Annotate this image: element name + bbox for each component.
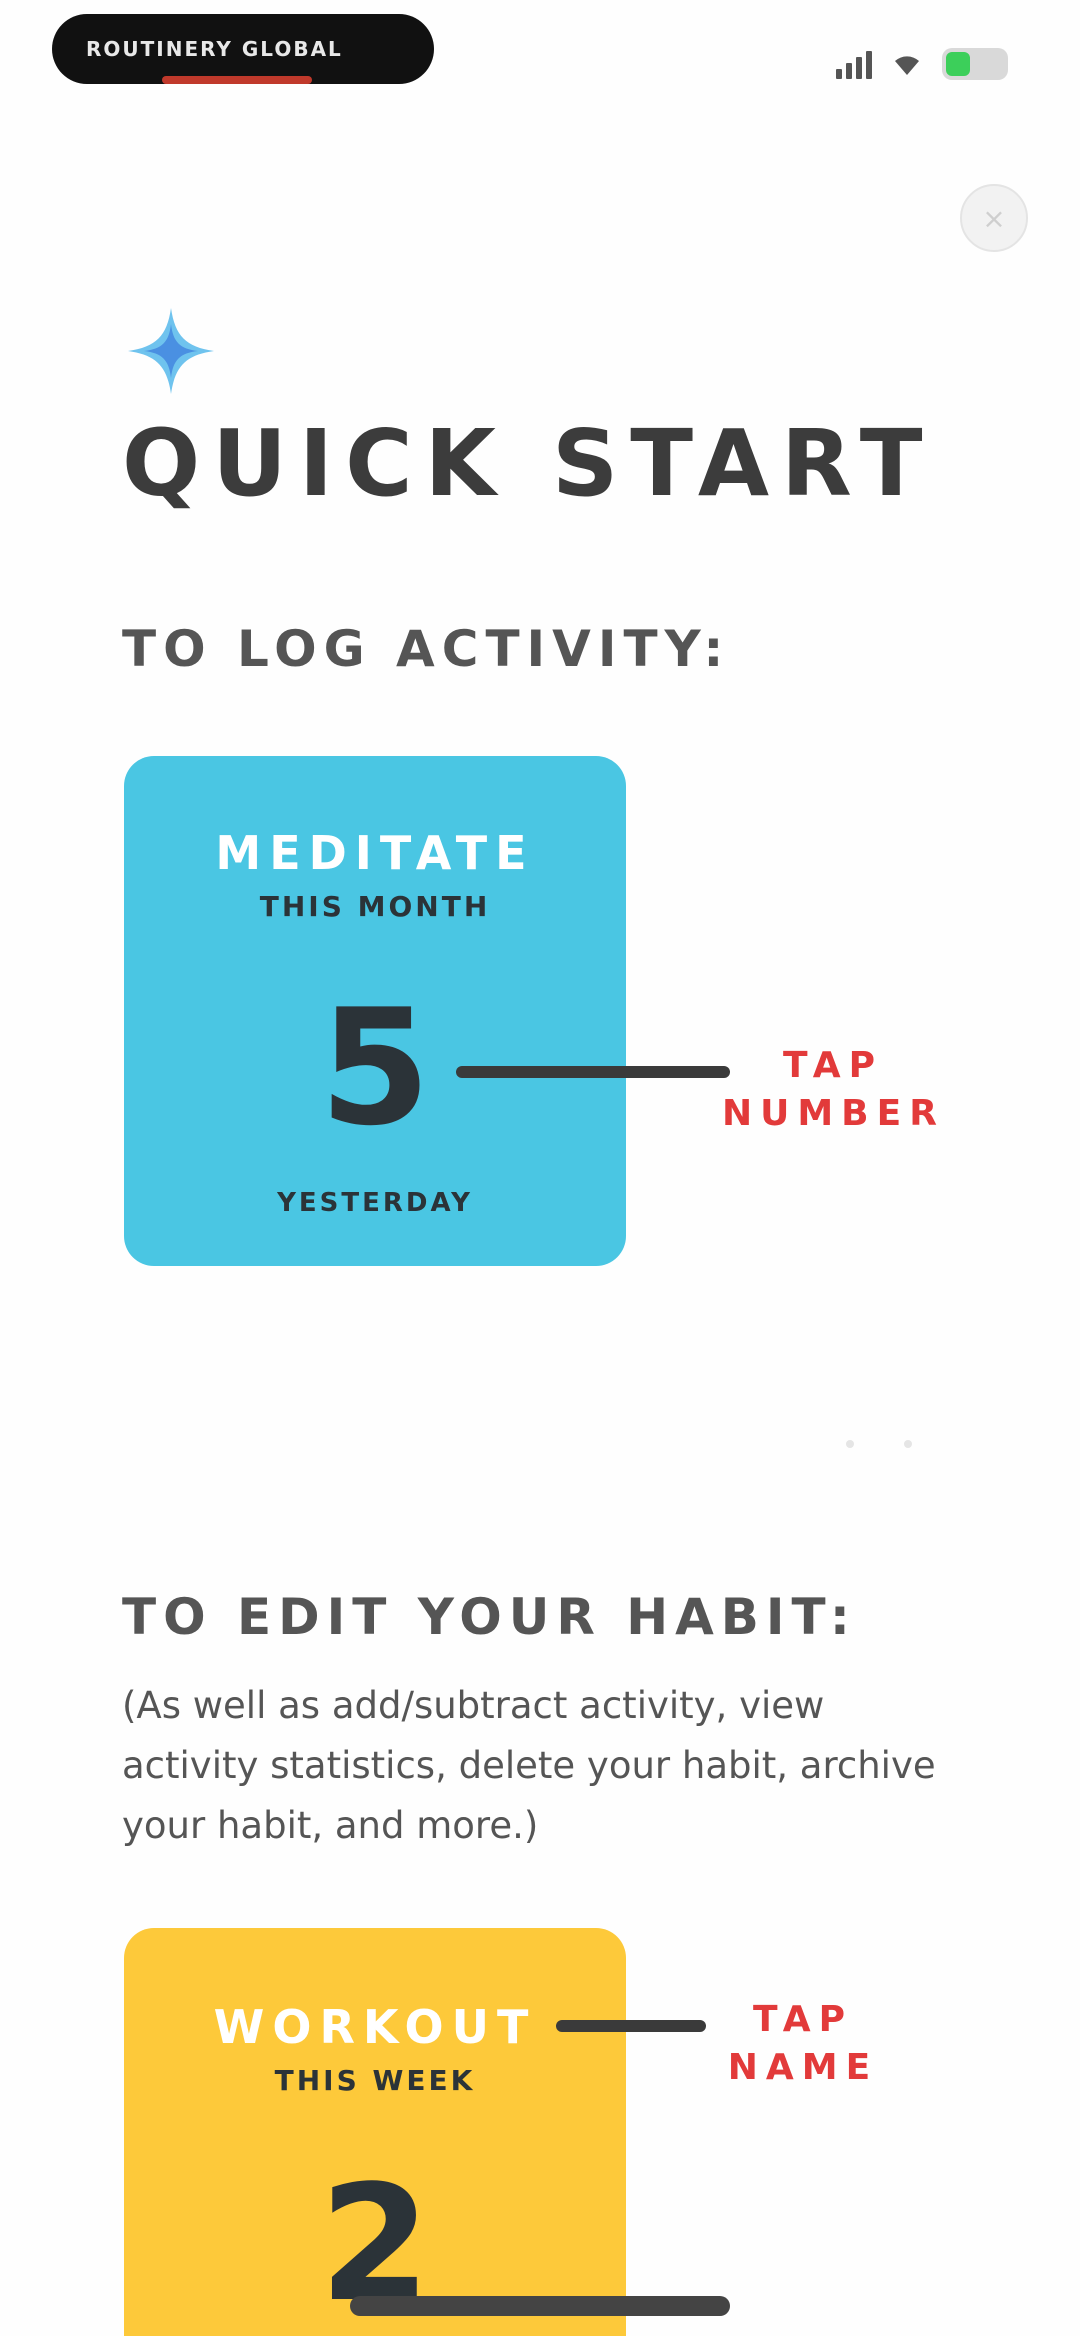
habit-period: THIS MONTH <box>259 890 491 923</box>
close-icon: × <box>982 201 1006 235</box>
battery-icon <box>942 48 1008 80</box>
hint-line-2: NUMBER <box>722 1093 945 1134</box>
quick-start-screen: ROUTINERY GLOBAL × QUICK START TO LOG AC… <box>0 0 1080 2336</box>
status-pill[interactable]: ROUTINERY GLOBAL <box>52 14 434 84</box>
divider-dots <box>846 1440 912 1448</box>
tap-name-hint: TAP NAME <box>718 1996 888 2092</box>
tap-name-pointer <box>556 2020 706 2032</box>
wifi-icon <box>895 56 919 75</box>
habit-card-workout[interactable]: WORKOUT THIS WEEK 2 <box>124 1928 626 2336</box>
sparkle-icon <box>128 308 214 394</box>
status-icons <box>836 48 1008 80</box>
log-activity-heading: TO LOG ACTIVITY: <box>122 620 731 678</box>
status-pill-accent <box>162 76 312 84</box>
page-title: QUICK START <box>122 410 935 517</box>
habit-card-meditate[interactable]: MEDITATE THIS MONTH 5 YESTERDAY <box>124 756 626 1266</box>
home-indicator[interactable] <box>350 2296 730 2316</box>
hint-line-1: TAP <box>752 1999 853 2040</box>
habit-last-activity: YESTERDAY <box>277 1188 473 1218</box>
edit-habit-heading: TO EDIT YOUR HABIT: <box>122 1588 857 1646</box>
habit-name[interactable]: WORKOUT <box>124 2000 626 2054</box>
hint-line-1: TAP <box>782 1045 883 1086</box>
tap-number-hint: TAP NUMBER <box>722 1042 944 1138</box>
hint-line-2: NAME <box>727 2047 879 2088</box>
habit-name[interactable]: MEDITATE <box>124 826 626 880</box>
habit-period: THIS WEEK <box>274 2064 476 2097</box>
edit-habit-description: (As well as add/subtract activity, view … <box>122 1684 936 1847</box>
signal-icon <box>836 49 872 79</box>
battery-level <box>946 52 970 76</box>
status-pill-label: ROUTINERY GLOBAL <box>86 37 343 61</box>
close-button[interactable]: × <box>960 184 1028 252</box>
tap-number-pointer <box>456 1066 730 1078</box>
